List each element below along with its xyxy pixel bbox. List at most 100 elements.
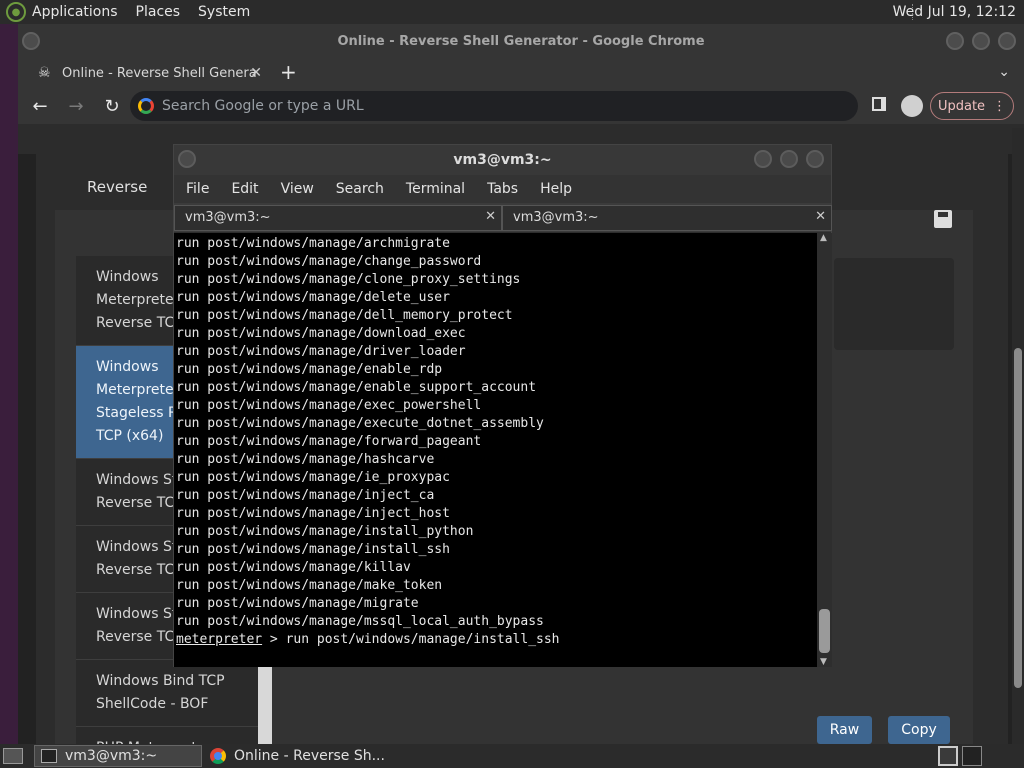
chrome-tabstrip: ☠ Online - Reverse Shell Genera ✕ + ⌄ <box>18 58 1024 88</box>
window-menu-icon[interactable] <box>22 32 40 50</box>
page-scrollbar[interactable] <box>1012 128 1024 744</box>
chrome-window-title: Online - Reverse Shell Generator - Googl… <box>337 33 705 49</box>
terminal-title: vm3@vm3:~ <box>453 152 552 168</box>
terminal-line: run post/windows/manage/change_password <box>176 254 482 269</box>
minimize-icon[interactable] <box>754 150 772 168</box>
copy-button[interactable]: Copy <box>888 716 950 744</box>
more-vert-icon: ⋮ <box>993 98 1007 114</box>
address-bar-placeholder: Search Google or type a URL <box>162 98 364 114</box>
address-bar[interactable]: Search Google or type a URL <box>130 91 858 121</box>
menu-edit[interactable]: Edit <box>231 181 258 197</box>
chrome-tab-title: Online - Reverse Shell Genera <box>62 65 257 81</box>
terminal-line: run post/windows/manage/migrate <box>176 596 419 611</box>
update-button[interactable]: Update ⋮ <box>930 92 1014 120</box>
bottom-taskbar: vm3@vm3:~ Online - Reverse Sh... <box>0 744 1024 768</box>
update-label: Update <box>937 98 986 114</box>
desktop-background <box>0 24 18 744</box>
payload-output-box <box>834 258 954 350</box>
terminal-line: run post/windows/manage/clone_proxy_sett… <box>176 272 521 287</box>
maximize-icon[interactable] <box>780 150 798 168</box>
menu-file[interactable]: File <box>186 181 209 197</box>
terminal-tab-label: vm3@vm3:~ <box>513 210 599 225</box>
menu-search[interactable]: Search <box>336 181 384 197</box>
terminal-line: run post/windows/manage/execute_dotnet_a… <box>176 416 544 431</box>
tab-close-icon[interactable]: ✕ <box>485 209 496 224</box>
tab-close-icon[interactable]: ✕ <box>250 65 262 81</box>
terminal-prompt-line[interactable]: meterpreter > run post/windows/manage/in… <box>176 631 817 649</box>
terminal-line: run post/windows/manage/exec_powershell <box>176 398 482 413</box>
profile-avatar-icon[interactable] <box>901 95 923 117</box>
page-scrollbar-thumb[interactable] <box>1014 348 1022 688</box>
window-menu-icon[interactable] <box>178 150 196 168</box>
maximize-icon[interactable] <box>972 32 990 50</box>
terminal-line: run post/windows/manage/mssql_local_auth… <box>176 614 544 629</box>
terminal-line: run post/windows/manage/install_python <box>176 524 474 539</box>
terminal-tab-2[interactable]: vm3@vm3:~ ✕ <box>502 205 832 231</box>
top-panel: ● Applications Places System Wed Jul 19,… <box>0 0 1024 24</box>
menu-system[interactable]: System <box>198 4 250 20</box>
taskbar-item-chrome[interactable]: Online - Reverse Sh... <box>204 745 414 767</box>
terminal-tab-1[interactable]: vm3@vm3:~ ✕ <box>174 205 502 231</box>
terminal-line: run post/windows/manage/install_ssh <box>176 542 450 557</box>
terminal-line: run post/windows/manage/download_exec <box>176 326 466 341</box>
google-icon <box>138 98 154 114</box>
new-tab-icon[interactable]: + <box>280 60 297 84</box>
menu-terminal[interactable]: Terminal <box>406 181 465 197</box>
menu-applications[interactable]: Applications <box>32 4 118 20</box>
workspace-2-icon[interactable] <box>962 746 982 766</box>
distro-logo-icon[interactable]: ● <box>6 2 26 22</box>
section-heading: Reverse <box>87 178 148 196</box>
show-desktop-icon[interactable] <box>3 748 23 764</box>
menu-view[interactable]: View <box>281 181 314 197</box>
workspace-1-icon[interactable] <box>938 746 958 766</box>
chrome-titlebar[interactable]: Online - Reverse Shell Generator - Googl… <box>18 24 1024 58</box>
terminal-command: > run post/windows/manage/install_ssh <box>262 632 560 647</box>
terminal-line: run post/windows/manage/driver_loader <box>176 344 466 359</box>
terminal-tabbar: vm3@vm3:~ ✕ vm3@vm3:~ ✕ <box>174 203 832 232</box>
skull-icon: ☠ <box>38 65 51 81</box>
forward-arrow-icon[interactable]: → <box>62 96 90 117</box>
terminal-scrollbar-thumb[interactable] <box>819 609 830 653</box>
side-panel-icon[interactable] <box>872 97 886 111</box>
terminal-menubar: File Edit View Search Terminal Tabs Help <box>174 175 831 203</box>
shell-list-item[interactable]: Windows Bind TCP ShellCode - BOF <box>76 660 258 727</box>
terminal-scrollbar[interactable]: ▲ ▼ <box>817 233 832 667</box>
terminal-icon <box>41 749 57 763</box>
terminal-line: run post/windows/manage/hashcarve <box>176 452 435 467</box>
taskbar-item-terminal[interactable]: vm3@vm3:~ <box>34 745 202 767</box>
scroll-down-icon[interactable]: ▼ <box>820 657 827 667</box>
chrome-tab[interactable]: ☠ Online - Reverse Shell Genera ✕ <box>28 58 268 88</box>
taskbar-item-label: vm3@vm3:~ <box>65 748 158 764</box>
meterpreter-prompt: meterpreter <box>176 632 263 647</box>
terminal-tab-label: vm3@vm3:~ <box>185 210 271 225</box>
terminal-line: run post/windows/manage/inject_host <box>176 506 450 521</box>
close-icon[interactable] <box>998 32 1016 50</box>
chevron-down-icon[interactable]: ⌄ <box>998 64 1010 80</box>
close-icon[interactable] <box>806 150 824 168</box>
clock[interactable]: Wed Jul 19, 12:12 <box>893 4 1016 20</box>
save-icon[interactable] <box>934 210 952 228</box>
menu-places[interactable]: Places <box>136 4 181 20</box>
back-arrow-icon[interactable]: ← <box>26 96 54 117</box>
terminal-line: run post/windows/manage/archmigrate <box>176 236 450 251</box>
menu-help[interactable]: Help <box>540 181 572 197</box>
terminal-line: run post/windows/manage/enable_rdp <box>176 362 443 377</box>
terminal-line: run post/windows/manage/ie_proxypac <box>176 470 450 485</box>
raw-button[interactable]: Raw <box>817 716 872 744</box>
terminal-line: run post/windows/manage/make_token <box>176 578 443 593</box>
reload-icon[interactable]: ↻ <box>98 96 126 117</box>
terminal-line: run post/windows/manage/dell_memory_prot… <box>176 308 513 323</box>
minimize-icon[interactable] <box>946 32 964 50</box>
scroll-up-icon[interactable]: ▲ <box>820 233 827 243</box>
terminal-line: run post/windows/manage/delete_user <box>176 290 450 305</box>
terminal-line: run post/windows/manage/forward_pageant <box>176 434 482 449</box>
taskbar-item-label: Online - Reverse Sh... <box>234 748 385 764</box>
terminal-line: run post/windows/manage/killav <box>176 560 411 575</box>
terminal-line: run post/windows/manage/inject_ca <box>176 488 435 503</box>
terminal-window: vm3@vm3:~ File Edit View Search Terminal… <box>173 144 832 667</box>
terminal-output[interactable]: run post/windows/manage/archmigrate run … <box>174 233 817 667</box>
terminal-line: run post/windows/manage/enable_support_a… <box>176 380 537 395</box>
terminal-titlebar[interactable]: vm3@vm3:~ <box>174 145 831 175</box>
menu-tabs[interactable]: Tabs <box>487 181 518 197</box>
tab-close-icon[interactable]: ✕ <box>815 209 826 224</box>
